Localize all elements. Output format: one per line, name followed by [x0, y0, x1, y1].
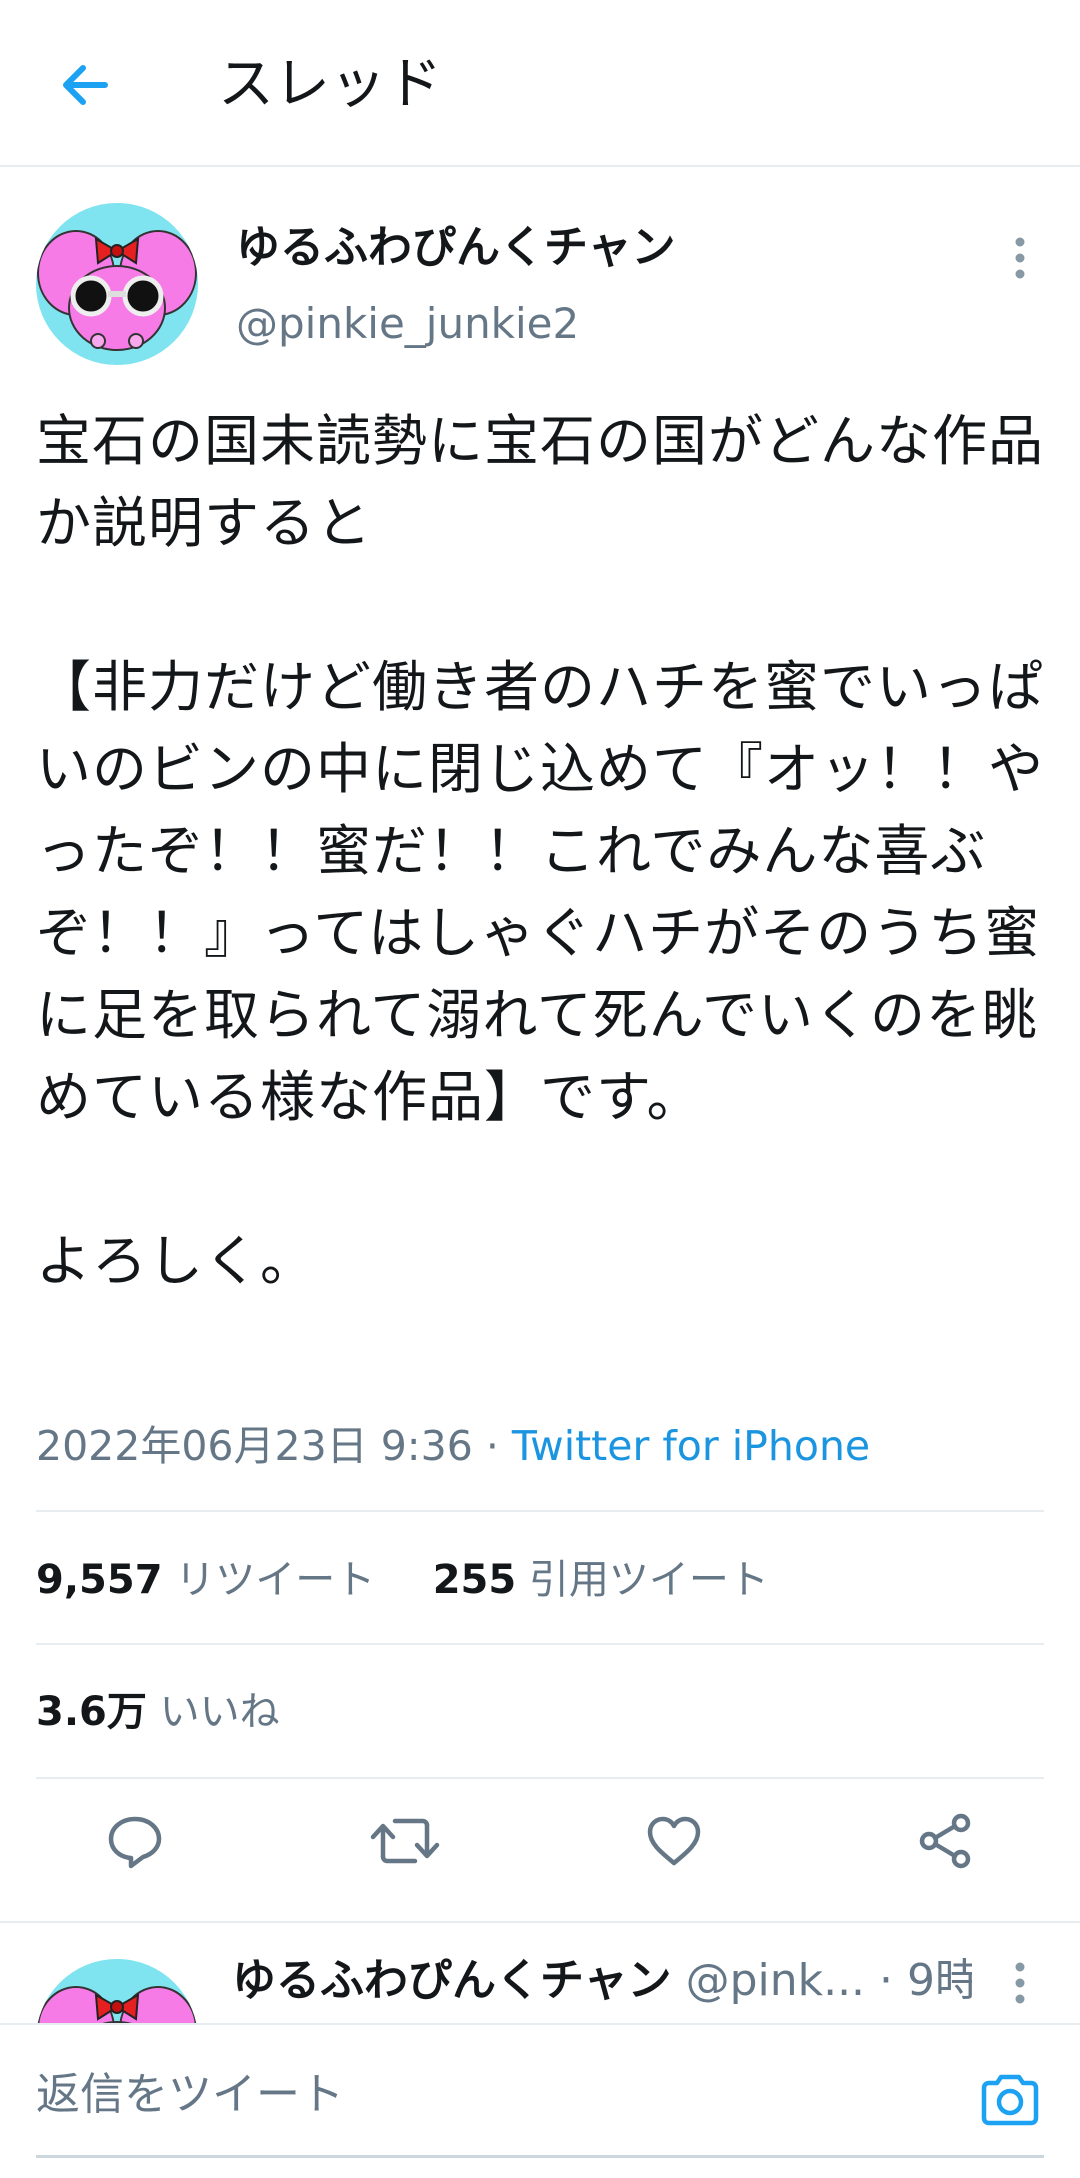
- compose-bar: 返信をツイート: [0, 2023, 1080, 2178]
- like-label[interactable]: いいね: [160, 1689, 280, 1735]
- like-button[interactable]: [634, 1801, 714, 1881]
- tweet-source-link[interactable]: Twitter for iPhone: [512, 1422, 870, 1470]
- more-options-button[interactable]: [1000, 228, 1040, 288]
- heart-icon: [647, 1816, 701, 1866]
- camera-button[interactable]: [975, 2065, 1045, 2135]
- reply-time: · 9時間: [879, 1955, 972, 2006]
- tweet-text: 宝石の国未読勢に宝石の国がどんな作品か説明すると 【非力だけど働き者のハチを蜜で…: [36, 409, 1045, 1293]
- vertical-dots-icon: [1015, 237, 1025, 279]
- user-handle[interactable]: @pinkie_junkie2: [236, 296, 579, 352]
- avatar-image: [36, 203, 198, 365]
- reply-avatar[interactable]: [36, 1959, 198, 2023]
- like-count[interactable]: 3.6万: [36, 1689, 147, 1735]
- input-underline: [36, 2155, 1044, 2158]
- arrow-left-icon: [63, 65, 108, 105]
- retweet-count[interactable]: 9,557: [36, 1557, 163, 1603]
- speech-bubble-icon: [108, 1816, 162, 1869]
- display-name[interactable]: ゆるふわぴんくチャン: [236, 218, 676, 278]
- avatar[interactable]: [36, 203, 198, 365]
- retweet-icon: [370, 1818, 440, 1864]
- share-button[interactable]: [905, 1801, 985, 1881]
- camera-icon: [981, 2074, 1039, 2126]
- vertical-dots-icon: [1015, 1962, 1025, 2004]
- divider: [36, 1643, 1044, 1645]
- retweet-stats: 9,557 リツイート 255 引用ツイート: [36, 1552, 769, 1608]
- avatar-image: [36, 1959, 198, 2023]
- reply-header: ゆるふわぴんくチャン @pink... · 9時間: [232, 1951, 972, 2011]
- reply-more-button[interactable]: [1000, 1953, 1040, 2013]
- share-icon: [919, 1813, 971, 1869]
- action-bar: [0, 1786, 1080, 1896]
- top-bar: スレッド: [0, 0, 1080, 167]
- quote-count[interactable]: 255: [433, 1557, 517, 1603]
- meta-separator: ·: [472, 1422, 512, 1470]
- divider: [36, 1510, 1044, 1512]
- reply-tweet[interactable]: ゆるふわぴんくチャン @pink... · 9時間: [0, 1923, 1080, 2023]
- back-button[interactable]: [50, 50, 120, 120]
- tweet-meta: 2022年06月23日 9:36 · Twitter for iPhone: [36, 1418, 870, 1474]
- reply-handle[interactable]: @pink...: [686, 1955, 865, 2006]
- reply-button[interactable]: [95, 1801, 175, 1881]
- reply-input[interactable]: 返信をツイート: [36, 2065, 344, 2125]
- reply-display-name[interactable]: ゆるふわぴんくチャン: [232, 1955, 672, 2006]
- divider: [36, 1777, 1044, 1779]
- retweet-button[interactable]: [365, 1801, 445, 1881]
- tweet-date: 2022年06月23日 9:36: [36, 1422, 473, 1470]
- retweet-label[interactable]: リツイート: [175, 1557, 375, 1603]
- quote-label[interactable]: 引用ツイート: [529, 1557, 769, 1603]
- like-stats: 3.6万 いいね: [36, 1684, 280, 1740]
- page-title: スレッド: [218, 52, 442, 117]
